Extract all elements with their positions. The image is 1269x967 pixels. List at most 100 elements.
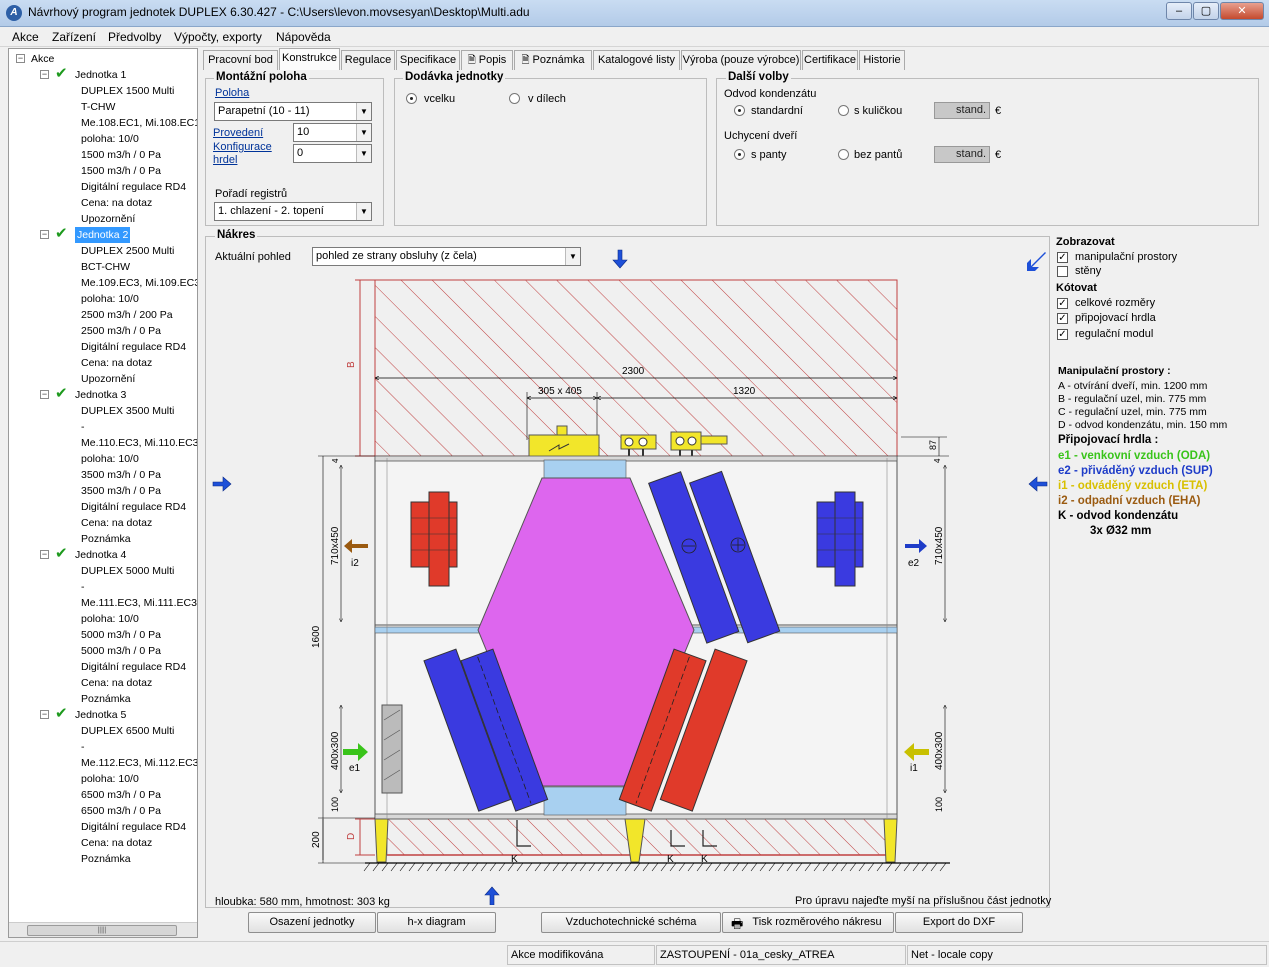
manip-prostory-checkbox[interactable]: ✓ [1057,252,1068,263]
tree-unit-4[interactable]: Jednotka 4 [75,547,126,563]
celkove-rozmery-checkbox[interactable]: ✓ [1057,298,1068,309]
tab-8[interactable]: Certifikace [802,50,858,70]
tree-item[interactable]: Digitální regulace RD4 [81,339,186,355]
tree-expander[interactable]: − [40,70,49,79]
provedeni-select[interactable]: 10 ▼ [293,123,372,142]
tree-root[interactable]: Akce [31,51,54,67]
tree-item[interactable]: Poznámka [81,691,131,707]
tree-item[interactable]: 6500 m3/h / 0 Pa [81,803,161,819]
arrow-up-icon[interactable] [484,886,500,905]
poloha-select[interactable]: Parapetní (10 - 11) ▼ [214,102,372,121]
vzt-schema-button[interactable]: Vzduchotechnické schéma [541,912,721,933]
tab-1[interactable]: Konstrukce [279,48,340,70]
odvod-kulickou-radio[interactable] [838,105,849,116]
tree-item[interactable]: 3500 m3/h / 0 Pa [81,483,161,499]
tree-item[interactable]: Me.109.EC3, Mi.109.EC3 [81,275,197,291]
tree-item[interactable]: DUPLEX 1500 Multi [81,83,174,99]
tree-item[interactable]: 6500 m3/h / 0 Pa [81,787,161,803]
project-tree[interactable]: − Akce − ✔ Jednotka 1 DUPLEX 1500 Multi T-CHW M… [8,48,198,938]
v-dilech-radio[interactable] [509,93,520,104]
konfigurace-link[interactable]: Konfigurace [213,141,272,153]
tisk-button[interactable]: 🖶 Tisk rozměrového nákresu [722,912,894,933]
tree-item[interactable]: 1500 m3/h / 0 Pa [81,147,161,163]
tab-2[interactable]: Regulace [341,50,395,70]
tab-7[interactable]: Výroba (pouze výrobce) [681,50,801,70]
konfigurace-select[interactable]: 0 ▼ [293,144,372,163]
tree-item[interactable]: 5000 m3/h / 0 Pa [81,643,161,659]
tree-item[interactable]: poloha: 10/0 [81,451,139,467]
tree-expander[interactable]: − [40,550,49,559]
menu-vypocty[interactable]: Výpočty, exporty [174,30,262,44]
menu-predvolby[interactable]: Předvolby [108,30,161,44]
tree-item[interactable]: Digitální regulace RD4 [81,659,186,675]
osazeni-button[interactable]: Osazení jednotky [248,912,376,933]
pripojovaci-hrdla-checkbox[interactable]: ✓ [1057,313,1068,324]
tree-item[interactable]: poloha: 10/0 [81,131,139,147]
steny-checkbox[interactable] [1057,266,1068,277]
tree-item[interactable]: DUPLEX 5000 Multi [81,563,174,579]
tree-expander[interactable]: − [16,54,25,63]
scroll-thumb[interactable]: ||||| [27,925,177,936]
tree-item[interactable]: DUPLEX 2500 Multi [81,243,174,259]
tree-expander[interactable]: − [40,230,49,239]
tree-item[interactable]: - [81,419,85,435]
tree-item[interactable]: Digitální regulace RD4 [81,499,186,515]
arrow-left-icon[interactable] [1028,476,1048,492]
maximize-button[interactable]: ▢ [1193,2,1219,20]
tree-expander[interactable]: − [40,390,49,399]
tab-4[interactable]: 🗎 Popis [461,50,513,70]
uchyceni-panty-radio[interactable] [734,149,745,160]
tree-unit-1[interactable]: Jednotka 1 [75,67,126,83]
tree-item[interactable]: DUPLEX 3500 Multi [81,403,174,419]
tree-unit-5[interactable]: Jednotka 5 [75,707,126,723]
tree-item[interactable]: Cena: na dotaz [81,515,152,531]
tree-unit-2[interactable]: Jednotka 2 [75,227,131,243]
menu-zarizeni[interactable]: Zařízení [52,30,96,44]
hx-diagram-button[interactable]: h-x diagram [377,912,496,933]
tab-3[interactable]: Specifikace [396,50,460,70]
close-button[interactable]: ✕ [1220,2,1264,20]
tree-item[interactable]: 1500 m3/h / 0 Pa [81,163,161,179]
arrow-corner-icon[interactable] [1027,252,1046,271]
filter[interactable] [381,704,403,794]
menu-akce[interactable]: Akce [12,30,39,44]
tree-item[interactable]: - [81,739,85,755]
tree-item[interactable]: Me.110.EC3, Mi.110.EC3 [81,435,197,451]
hrdel-link[interactable]: hrdel [213,154,237,166]
tree-horizontal-scrollbar[interactable]: ||||| [9,922,197,937]
tree-item[interactable]: Me.112.EC3, Mi.112.EC3 [81,755,197,771]
tree-item[interactable]: 2500 m3/h / 200 Pa [81,307,173,323]
tree-item[interactable]: T-CHW [81,99,115,115]
tab-6[interactable]: Katalogové listy [593,50,680,70]
tree-item[interactable]: 5000 m3/h / 0 Pa [81,627,161,643]
tab-5[interactable]: 🗎 Poznámka [514,50,592,70]
tree-item[interactable]: Cena: na dotaz [81,675,152,691]
provedeni-link[interactable]: Provedení [213,127,263,139]
tree-item[interactable]: Upozornění [81,371,135,387]
minimize-button[interactable]: – [1166,2,1192,20]
tree-item[interactable]: Upozornění [81,211,135,227]
tree-item[interactable]: 3500 m3/h / 0 Pa [81,467,161,483]
tree-item[interactable]: DUPLEX 6500 Multi [81,723,174,739]
odvod-standardni-radio[interactable] [734,105,745,116]
arrow-down-icon[interactable] [612,249,628,269]
tree-item[interactable]: Digitální regulace RD4 [81,819,186,835]
tree-item[interactable]: poloha: 10/0 [81,291,139,307]
vcelku-radio[interactable] [406,93,417,104]
unit-drawing[interactable]: B 2300 305 x 405 1320 87 i2 e2 e1 i1 160… [205,240,1050,905]
tree-item[interactable]: BCT-CHW [81,259,130,275]
tree-item[interactable]: Me.111.EC3, Mi.111.EC3 [81,595,197,611]
tree-item[interactable]: Cena: na dotaz [81,355,152,371]
tab-0[interactable]: Pracovní bod [203,50,278,70]
uchyceni-bez-radio[interactable] [838,149,849,160]
regulacni-modul-checkbox[interactable]: ✓ [1057,329,1068,340]
tree-item[interactable]: Digitální regulace RD4 [81,179,186,195]
tree-item[interactable]: Cena: na dotaz [81,835,152,851]
arrow-right-icon[interactable] [212,476,232,492]
tree-item[interactable]: 2500 m3/h / 0 Pa [81,323,161,339]
export-dxf-button[interactable]: Export do DXF [895,912,1023,933]
tree-item[interactable]: poloha: 10/0 [81,771,139,787]
tree-expander[interactable]: − [40,710,49,719]
menu-napoveda[interactable]: Nápověda [276,30,331,44]
tree-item[interactable]: poloha: 10/0 [81,611,139,627]
